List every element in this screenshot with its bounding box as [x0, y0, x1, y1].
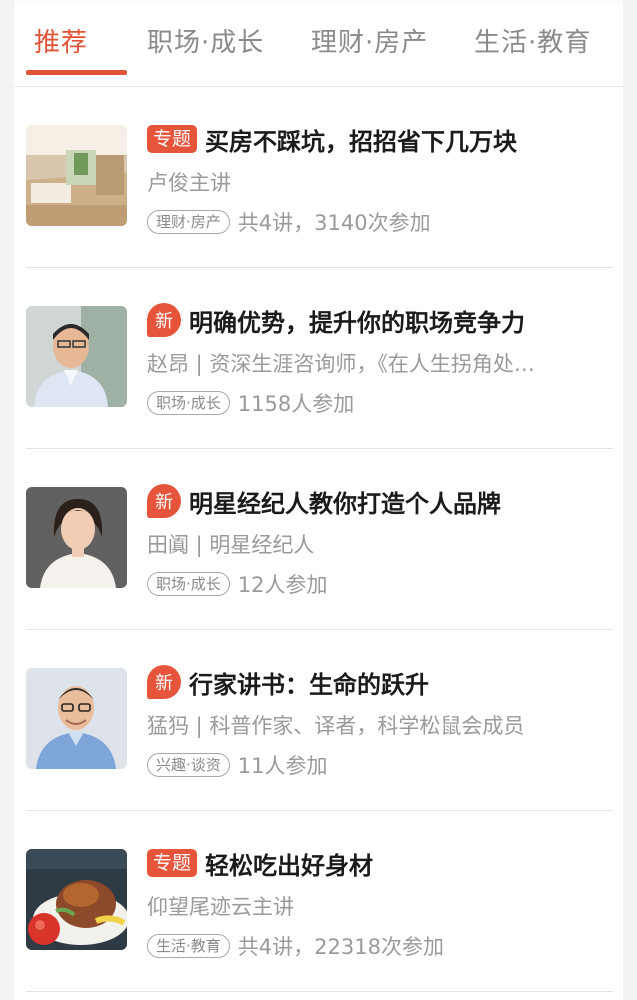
page: 推荐 职场·成长 理财·房产 生活·教育 专题 买房不踩坑，招招省下几万块 卢俊…: [14, 4, 623, 1000]
participant-count: 11人参加: [237, 754, 328, 778]
left-edge: [0, 0, 14, 1000]
course-thumbnail-kitchen: [26, 125, 127, 226]
tab-finance-property[interactable]: 理财·房产: [311, 22, 428, 59]
item-content: 专题 轻松吃出好身材 仰望尾迹云主讲 生活·教育 共4讲，22318次参加: [147, 845, 613, 961]
participant-count: 共4讲，3140次参加: [237, 211, 431, 235]
tab-career-growth[interactable]: 职场·成长: [147, 22, 264, 59]
course-thumbnail-food: [26, 849, 127, 950]
item-content: 专题 买房不踩坑，招招省下几万块 卢俊主讲 理财·房产 共4讲，3140次参加: [147, 121, 613, 237]
speaker-line: 猛犸 | 科普作家、译者，科学松鼠会成员: [147, 714, 525, 738]
course-title[interactable]: 明确优势，提升你的职场竞争力: [189, 303, 525, 338]
participant-count: 1158人参加: [237, 392, 355, 416]
category-tabs: 推荐 职场·成长 理财·房产 生活·教育: [14, 4, 623, 87]
meta-row: 职场·成长 1158人参加: [147, 388, 613, 418]
category-tag: 理财·房产: [147, 210, 230, 234]
category-tag: 兴趣·谈资: [147, 753, 230, 777]
list-item[interactable]: 新 明星经纪人教你打造个人品牌 田阗 | 明星经纪人 职场·成长 12人参加: [26, 449, 613, 630]
right-edge: [623, 0, 637, 1000]
meta-row: 职场·成长 12人参加: [147, 569, 613, 599]
title-row: 专题 轻松吃出好身材: [147, 845, 613, 881]
tab-life-education[interactable]: 生活·教育: [474, 22, 591, 59]
meta-row: 理财·房产 共4讲，3140次参加: [147, 207, 613, 237]
meta-row: 生活·教育 共4讲，22318次参加: [147, 931, 613, 961]
participant-count: 12人参加: [237, 573, 328, 597]
speaker-line: 卢俊主讲: [147, 171, 231, 195]
course-title[interactable]: 行家讲书：生命的跃升: [189, 665, 429, 700]
item-content: 新 行家讲书：生命的跃升 猛犸 | 科普作家、译者，科学松鼠会成员 兴趣·谈资 …: [147, 664, 613, 780]
tab-recommend[interactable]: 推荐: [34, 22, 88, 59]
title-row: 新 明确优势，提升你的职场竞争力: [147, 302, 613, 338]
speaker-photo: [26, 487, 127, 588]
new-badge: 新: [147, 303, 181, 337]
category-tag: 职场·成长: [147, 391, 230, 415]
list-item[interactable]: 新 行家讲书：生命的跃升 猛犸 | 科普作家、译者，科学松鼠会成员 兴趣·谈资 …: [26, 630, 613, 811]
new-badge: 新: [147, 665, 181, 699]
speaker-photo: [26, 668, 127, 769]
course-title[interactable]: 轻松吃出好身材: [205, 846, 373, 881]
meta-row: 兴趣·谈资 11人参加: [147, 750, 613, 780]
title-row: 新 明星经纪人教你打造个人品牌: [147, 483, 613, 519]
course-title[interactable]: 买房不踩坑，招招省下几万块: [205, 122, 517, 157]
item-content: 新 明星经纪人教你打造个人品牌 田阗 | 明星经纪人 职场·成长 12人参加: [147, 483, 613, 599]
new-badge: 新: [147, 484, 181, 518]
course-list: 专题 买房不踩坑，招招省下几万块 卢俊主讲 理财·房产 共4讲，3140次参加: [14, 87, 623, 992]
title-row: 新 行家讲书：生命的跃升: [147, 664, 613, 700]
speaker-photo: [26, 306, 127, 407]
speaker-line: 仰望尾迹云主讲: [147, 895, 294, 919]
app-frame: 推荐 职场·成长 理财·房产 生活·教育 专题 买房不踩坑，招招省下几万块 卢俊…: [0, 0, 637, 1000]
special-badge: 专题: [147, 125, 198, 153]
list-item[interactable]: 新 明确优势，提升你的职场竞争力 赵昂 | 资深生涯咨询师，《在人生拐角处… 职…: [26, 268, 613, 449]
participant-count: 共4讲，22318次参加: [237, 935, 444, 959]
list-item[interactable]: 专题 轻松吃出好身材 仰望尾迹云主讲 生活·教育 共4讲，22318次参加: [26, 811, 613, 992]
speaker-line: 赵昂 | 资深生涯咨询师，《在人生拐角处…: [147, 352, 535, 376]
active-tab-indicator: [26, 70, 127, 75]
list-item[interactable]: 专题 买房不踩坑，招招省下几万块 卢俊主讲 理财·房产 共4讲，3140次参加: [26, 87, 613, 268]
special-badge: 专题: [147, 849, 198, 877]
category-tag: 职场·成长: [147, 572, 230, 596]
course-title[interactable]: 明星经纪人教你打造个人品牌: [189, 484, 501, 519]
item-content: 新 明确优势，提升你的职场竞争力 赵昂 | 资深生涯咨询师，《在人生拐角处… 职…: [147, 302, 613, 418]
category-tag: 生活·教育: [147, 934, 230, 958]
speaker-line: 田阗 | 明星经纪人: [147, 533, 315, 557]
title-row: 专题 买房不踩坑，招招省下几万块: [147, 121, 613, 157]
